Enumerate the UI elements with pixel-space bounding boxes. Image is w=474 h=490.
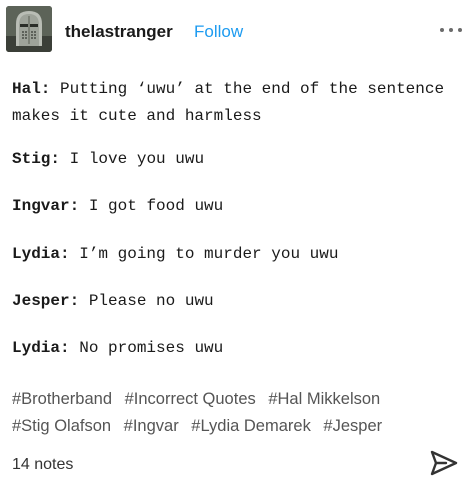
speaker-name: Lydia: <box>12 339 70 357</box>
knight-helmet-icon <box>6 6 52 52</box>
dialogue-text: Putting ‘uwu’ at the end of the sentence… <box>12 80 445 125</box>
tag-link[interactable]: #Incorrect Quotes <box>125 390 256 408</box>
more-options-button[interactable] <box>436 20 466 40</box>
tag-link[interactable]: #Jesper <box>323 417 382 435</box>
dialogue-text: I’m going to murder you uwu <box>79 245 339 263</box>
tag-link[interactable]: #Lydia Demarek <box>191 417 311 435</box>
tag-link[interactable]: #Stig Olafson <box>12 417 111 435</box>
ellipsis-icon <box>440 28 444 32</box>
avatar[interactable] <box>6 6 52 52</box>
ellipsis-icon <box>458 28 462 32</box>
speaker-name: Ingvar: <box>12 197 80 215</box>
tag-link[interactable]: #Hal Mikkelson <box>268 390 380 408</box>
notes-count[interactable]: 14 notes <box>12 456 73 474</box>
dialogue-text: Please no uwu <box>88 292 214 310</box>
dialogue-line: Ingvar: I got food uwu <box>12 193 467 220</box>
share-icon <box>430 450 458 476</box>
dialogue-line: Hal: Putting ‘uwu’ at the end of the sen… <box>12 76 467 130</box>
dialogue-text: I got food uwu <box>88 197 224 215</box>
post-header: thelastranger Follow <box>0 0 474 66</box>
speaker-name: Stig: <box>12 150 61 168</box>
dialogue-line: Stig: I love you uwu <box>12 146 467 173</box>
speaker-name: Hal: <box>12 80 51 98</box>
dialogue-line: Jesper: Please no uwu <box>12 288 467 315</box>
dialogue-text: I love you uwu <box>69 150 205 168</box>
dialogue-line: Lydia: I’m going to murder you uwu <box>12 241 467 268</box>
tag-list: #Brotherband #Incorrect Quotes #Hal Mikk… <box>12 386 464 440</box>
dialogue-line: Lydia: No promises uwu <box>12 335 467 362</box>
speaker-name: Jesper: <box>12 292 80 310</box>
tag-link[interactable]: #Brotherband <box>12 390 112 408</box>
dialogue-text: No promises uwu <box>79 339 224 357</box>
username[interactable]: thelastranger <box>65 22 173 42</box>
follow-button[interactable]: Follow <box>194 22 243 42</box>
speaker-name: Lydia: <box>12 245 70 263</box>
share-button[interactable] <box>428 448 460 478</box>
tag-link[interactable]: #Ingvar <box>124 417 179 435</box>
ellipsis-icon <box>449 28 453 32</box>
